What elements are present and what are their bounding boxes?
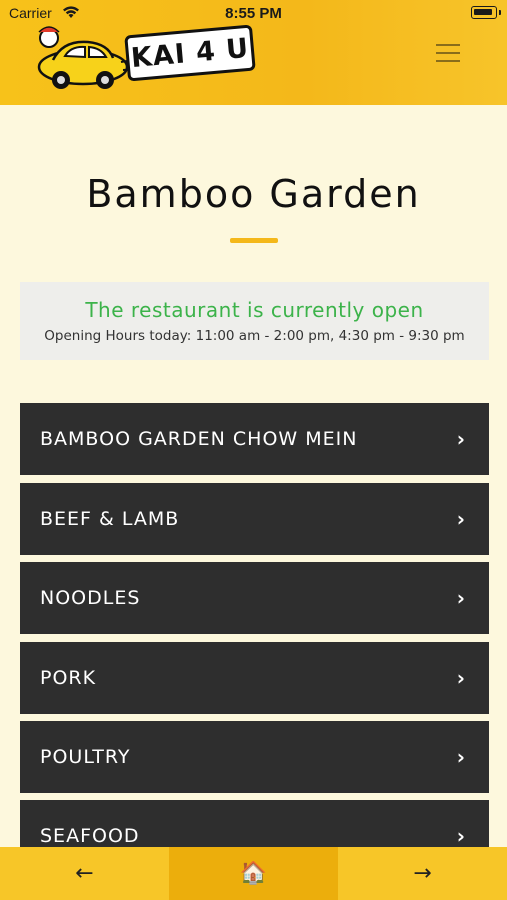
hamburger-menu-icon[interactable] xyxy=(436,42,462,64)
category-beef-lamb[interactable]: BEEF & LAMB › xyxy=(20,483,489,555)
bottom-navigation: ← 🏠 → xyxy=(0,847,507,900)
chevron-right-icon: › xyxy=(456,507,465,531)
category-label: BEEF & LAMB xyxy=(40,508,180,530)
chevron-right-icon: › xyxy=(456,427,465,451)
category-bamboo-garden-chow-mein[interactable]: BAMBOO GARDEN CHOW MEIN › xyxy=(20,403,489,475)
app-header: Carrier 8:55 PM KAI 4 U xyxy=(0,0,507,105)
category-noodles[interactable]: NOODLES › xyxy=(20,562,489,634)
back-arrow-icon[interactable]: ← xyxy=(0,847,169,900)
open-status-text: The restaurant is currently open xyxy=(85,298,424,322)
opening-status-panel: The restaurant is currently open Opening… xyxy=(20,282,489,360)
chevron-right-icon: › xyxy=(456,745,465,769)
clock: 8:55 PM xyxy=(225,5,282,22)
category-label: NOODLES xyxy=(40,587,141,609)
category-label: POULTRY xyxy=(40,746,131,768)
chevron-right-icon: › xyxy=(456,666,465,690)
forward-arrow-icon[interactable]: → xyxy=(338,847,507,900)
category-label: BAMBOO GARDEN CHOW MEIN xyxy=(40,428,358,450)
category-label: PORK xyxy=(40,667,97,689)
battery-icon xyxy=(471,6,497,19)
title-underline xyxy=(230,238,278,243)
category-pork[interactable]: PORK › xyxy=(20,642,489,714)
chevron-right-icon: › xyxy=(456,586,465,610)
home-icon[interactable]: 🏠 xyxy=(169,847,338,900)
restaurant-title: Bamboo Garden xyxy=(86,172,421,216)
opening-hours-text: Opening Hours today: 11:00 am - 2:00 pm,… xyxy=(44,328,465,344)
category-poultry[interactable]: POULTRY › xyxy=(20,721,489,793)
